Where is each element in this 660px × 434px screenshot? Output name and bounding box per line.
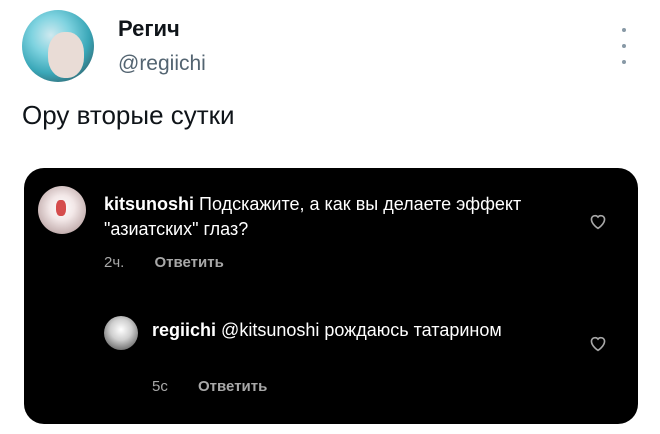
comment-meta: 5с Ответить xyxy=(152,378,267,395)
reply-link: Ответить xyxy=(198,378,268,395)
author-avatar[interactable] xyxy=(22,10,94,82)
comment-time: 5с xyxy=(152,378,168,395)
author-name[interactable]: Регич xyxy=(118,16,180,42)
reply-link: Ответить xyxy=(154,254,224,271)
comment-username: kitsunoshi xyxy=(104,194,195,214)
heart-icon xyxy=(590,336,606,352)
reply-avatar xyxy=(104,316,138,350)
comment-text: @kitsunoshi рождаюсь татарином xyxy=(221,320,502,340)
author-handle[interactable]: @regiichi xyxy=(118,52,206,76)
comment-username: regiichi xyxy=(152,320,217,340)
comment-avatar xyxy=(38,186,86,234)
tweet-text: Ору вторые сутки xyxy=(22,100,235,130)
comment-time: 2ч. xyxy=(104,254,125,271)
comment-meta: 2ч. Ответить xyxy=(104,254,224,271)
avatar-face xyxy=(48,32,84,78)
reply-comment: regiichi @kitsunoshi рождаюсь татарином xyxy=(152,318,532,343)
heart-icon xyxy=(590,214,606,230)
comment: kitsunoshi Подскажите, а как вы делаете … xyxy=(104,192,544,242)
more-options-icon[interactable] xyxy=(614,28,634,64)
